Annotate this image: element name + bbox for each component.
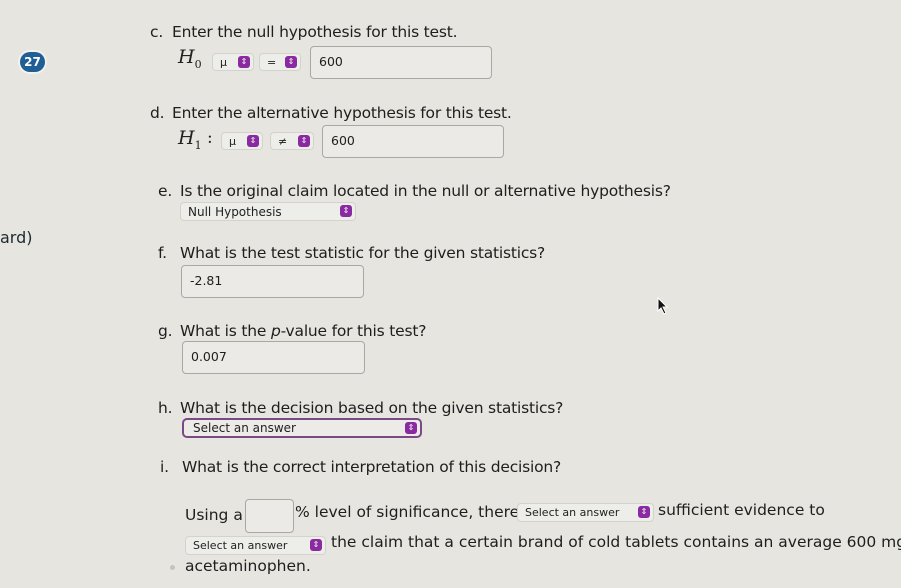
part-e-prompt: e. Is the original claim located in the n… [158, 182, 671, 200]
part-letter: h. [158, 399, 173, 417]
part-letter: e. [158, 182, 173, 200]
support-reject-select[interactable]: Select an answer ⇕ [185, 536, 326, 555]
question-number-badge: 27 [20, 52, 45, 72]
prompt-text: What is the correct interpretation of th… [182, 458, 562, 476]
spinner-icon: ⇕ [340, 205, 352, 217]
evidence-select[interactable]: Select an answer ⇕ [517, 503, 654, 522]
prompt-text: Is the original claim located in the nul… [180, 182, 671, 200]
select-value: ≠ [278, 135, 288, 148]
spinner-icon: ⇕ [298, 135, 310, 147]
interpretation-text-claim: the claim that a certain brand of cold t… [331, 533, 901, 551]
part-d-prompt: d. Enter the alternative hypothesis for t… [150, 104, 512, 122]
select-value: Null Hypothesis [188, 205, 282, 219]
colon: : [207, 128, 213, 148]
spinner-icon: ⇕ [405, 422, 417, 434]
h-symbol: H [178, 46, 195, 68]
select-value: = [267, 56, 277, 69]
alt-hypothesis-label: H1 [178, 127, 202, 152]
interpretation-text-end: acetaminophen. [185, 557, 311, 575]
part-i-prompt: i. What is the correct interpretation of … [160, 458, 561, 476]
null-operator-select[interactable]: = ⇕ [259, 53, 301, 71]
spinner-icon: ⇕ [638, 506, 650, 518]
prompt-text-end: -value for this test? [280, 322, 427, 340]
alt-parameter-select[interactable]: μ ⇕ [221, 132, 263, 150]
prompt-text: What is the test statistic for the given… [180, 244, 546, 262]
part-f-prompt: f. What is the test statistic for the giv… [158, 244, 545, 262]
prompt-text: What is the decision based on the given … [180, 399, 564, 417]
prompt-text: Enter the alternative hypothesis for thi… [172, 104, 512, 122]
spinner-icon: ⇕ [238, 56, 250, 68]
null-parameter-select[interactable]: μ ⇕ [212, 53, 254, 71]
prompt-text: Enter the null hypothesis for this test. [172, 23, 458, 41]
prompt-text: What is the [180, 322, 271, 340]
decision-select[interactable]: Select an answer ⇕ [182, 418, 422, 438]
significance-level-input[interactable] [245, 499, 294, 533]
part-letter: g. [158, 322, 173, 340]
interpretation-text-sufficient: sufficient evidence to [658, 501, 825, 519]
h-subscript: 0 [194, 57, 202, 71]
alt-operator-select[interactable]: ≠ ⇕ [270, 132, 314, 150]
select-value: Select an answer [193, 421, 296, 435]
h-subscript: 1 [194, 138, 202, 152]
null-value-input[interactable]: 600 [310, 46, 492, 79]
interpretation-text-level: % level of significance, there [295, 503, 520, 521]
p-italic: p [270, 322, 281, 340]
p-value-input[interactable]: 0.007 [182, 341, 365, 374]
part-g-prompt: g. What is the p-value for this test? [158, 322, 426, 340]
mouse-cursor-icon [657, 296, 669, 319]
select-value: Select an answer [193, 539, 288, 552]
select-value: Select an answer [525, 506, 620, 519]
spinner-icon: ⇕ [285, 56, 297, 68]
part-letter: d. [150, 104, 165, 122]
alt-value-input[interactable]: 600 [322, 125, 504, 158]
bullet-dot [170, 565, 175, 570]
sidebar-text-fragment: ard) [0, 228, 33, 247]
interpretation-text-using: Using a [185, 506, 243, 524]
select-value: μ [229, 135, 236, 148]
spinner-icon: ⇕ [310, 539, 322, 551]
part-letter: i. [160, 458, 169, 476]
h-symbol: H [178, 127, 195, 149]
part-letter: f. [158, 244, 167, 262]
claim-location-select[interactable]: Null Hypothesis ⇕ [180, 202, 356, 221]
spinner-icon: ⇕ [247, 135, 259, 147]
test-statistic-input[interactable]: -2.81 [181, 265, 364, 298]
part-h-prompt: h. What is the decision based on the give… [158, 399, 563, 417]
part-letter: c. [150, 23, 164, 41]
part-c-prompt: c. Enter the null hypothesis for this tes… [150, 23, 458, 41]
select-value: μ [220, 56, 227, 69]
null-hypothesis-label: H0 [178, 46, 202, 71]
